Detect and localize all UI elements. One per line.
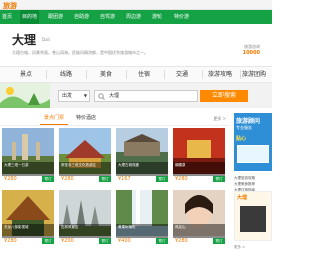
- product-price: ¥280: [4, 176, 17, 182]
- qr-code-icon: [240, 206, 266, 232]
- tab-hotels[interactable]: 特价酒店: [72, 113, 100, 124]
- product-card[interactable]: 蝴蝶泉 ¥280 预订: [173, 128, 225, 186]
- category-tabs: 景点 线路 美食 住宿 交通 旅游攻略 旅游团购: [0, 66, 272, 83]
- product-card[interactable]: 鸡足山 ¥280 预订: [173, 190, 225, 248]
- destination-name: 大理: [12, 33, 37, 47]
- more-link[interactable]: 更多 >: [213, 113, 226, 124]
- search-button[interactable]: 立即搜索: [200, 90, 248, 102]
- sidebar-more-link[interactable]: 更多 >: [234, 245, 245, 250]
- tab-food[interactable]: 美食: [88, 67, 124, 82]
- ad-image: [237, 145, 269, 163]
- right-sidebar: 旅游顾问 专业服务 贴心 大理旅游攻略 大理美食推荐 大理住宿指南 大理 更多 …: [234, 113, 272, 265]
- product-price: ¥280: [175, 176, 188, 182]
- nav-item-group-tour[interactable]: 跟团游: [46, 10, 65, 24]
- destination-desc: 大理古城，风景秀丽，苍山洱海，民族风情浓郁，是中国优秀旅游城市之一。: [12, 50, 148, 55]
- product-price: ¥200: [61, 238, 74, 244]
- product-price: ¥400: [118, 238, 131, 244]
- guide-book[interactable]: 大理: [234, 191, 272, 241]
- phone-label: 旅游咨询: [244, 44, 260, 49]
- departure-select-value: 出发: [62, 93, 73, 99]
- tab-groupbuy[interactable]: 旅游团购: [236, 67, 272, 82]
- destination-header: 大理 Dali 大理古城，风景秀丽，苍山洱海，民族风情浓郁，是中国优秀旅游城市之…: [0, 30, 272, 60]
- search-icon: [98, 93, 105, 100]
- product-card[interactable]: 大理古城双廊 ¥167 预订: [116, 128, 168, 186]
- product-price: ¥280: [175, 238, 188, 244]
- product-caption: 蝴蝶泉: [173, 162, 225, 176]
- book-button[interactable]: 预订: [99, 176, 111, 182]
- tab-routes[interactable]: 线路: [48, 67, 84, 82]
- tab-scenic[interactable]: 景点: [8, 67, 44, 82]
- search-input-value: 大理: [109, 93, 120, 99]
- consultant-ad[interactable]: 旅游顾问 专业服务 贴心: [234, 113, 272, 171]
- product-card[interactable]: 天龙八部影视城 ¥280 预订: [2, 190, 54, 248]
- product-caption: 大理三塔一日游: [2, 162, 54, 176]
- destination-pinyin: Dali: [42, 37, 50, 42]
- tab-guides[interactable]: 旅游攻略: [202, 67, 238, 82]
- product-price: ¥280: [4, 238, 17, 244]
- product-caption: 鸡足山: [173, 224, 225, 238]
- tab-divider: [86, 70, 87, 79]
- nav-item-destination[interactable]: 目的地: [20, 10, 40, 24]
- product-card[interactable]: 黄果树瀑布 ¥400 预订: [116, 190, 168, 248]
- product-caption: 天龙八部影视城: [2, 224, 54, 238]
- product-card[interactable]: 石林风景区 ¥200 预订: [59, 190, 111, 248]
- book-button[interactable]: 预订: [42, 176, 54, 182]
- book-button[interactable]: 预订: [213, 176, 225, 182]
- book-button[interactable]: 预订: [156, 238, 168, 244]
- ad-title: 旅游顾问: [236, 118, 261, 125]
- book-button[interactable]: 预订: [42, 238, 54, 244]
- nav-item-drive-tour[interactable]: 自驾游: [98, 10, 117, 24]
- nav-item-self-tour[interactable]: 自助游: [72, 10, 91, 24]
- phone-number: 10000: [242, 50, 260, 56]
- tab-transport[interactable]: 交通: [164, 67, 200, 82]
- product-caption: 崇圣寺三塔文化旅游区: [59, 162, 111, 176]
- section-tabs: 景点门票 特价酒店 更多 >: [0, 113, 230, 126]
- product-card[interactable]: 崇圣寺三塔文化旅游区 ¥280 预订: [59, 128, 111, 186]
- banner-decoration: [0, 83, 50, 108]
- tab-divider: [46, 70, 47, 79]
- product-caption: 石林风景区: [59, 224, 111, 238]
- product-card[interactable]: 大理三塔一日游 ¥280 预订: [2, 128, 54, 186]
- tab-hotel[interactable]: 住宿: [126, 67, 162, 82]
- nav-item-special[interactable]: 特价游: [172, 10, 191, 24]
- book-button[interactable]: 预订: [156, 176, 168, 182]
- guide-title: 大理: [237, 195, 248, 201]
- nav-item-home[interactable]: 首页: [0, 10, 14, 24]
- ad-subtitle: 专业服务: [236, 125, 252, 130]
- tab-tickets[interactable]: 景点门票: [40, 113, 69, 125]
- consult-phone: 旅游咨询 10000: [243, 44, 260, 56]
- product-caption: 黄果树瀑布: [116, 224, 168, 238]
- book-button[interactable]: 预订: [213, 238, 225, 244]
- search-input[interactable]: 大理: [94, 90, 198, 102]
- nav-item-nearby[interactable]: 周边游: [124, 10, 143, 24]
- search-bar: 出发 ▼ 大理 立即搜索: [58, 90, 250, 102]
- main-nav: 首页 目的地 跟团游 自助游 自驾游 周边游 游轮 特价游: [0, 10, 272, 24]
- book-button[interactable]: 预订: [99, 238, 111, 244]
- product-price: ¥167: [118, 176, 131, 182]
- product-caption: 大理古城双廊: [116, 162, 168, 176]
- chevron-down-icon: ▼: [83, 93, 87, 98]
- product-price: ¥280: [61, 176, 74, 182]
- nav-item-cruise[interactable]: 游轮: [150, 10, 164, 24]
- ad-highlight: 贴心: [236, 136, 247, 142]
- top-bar: 旅游: [0, 0, 272, 10]
- departure-select[interactable]: 出发 ▼: [58, 90, 90, 102]
